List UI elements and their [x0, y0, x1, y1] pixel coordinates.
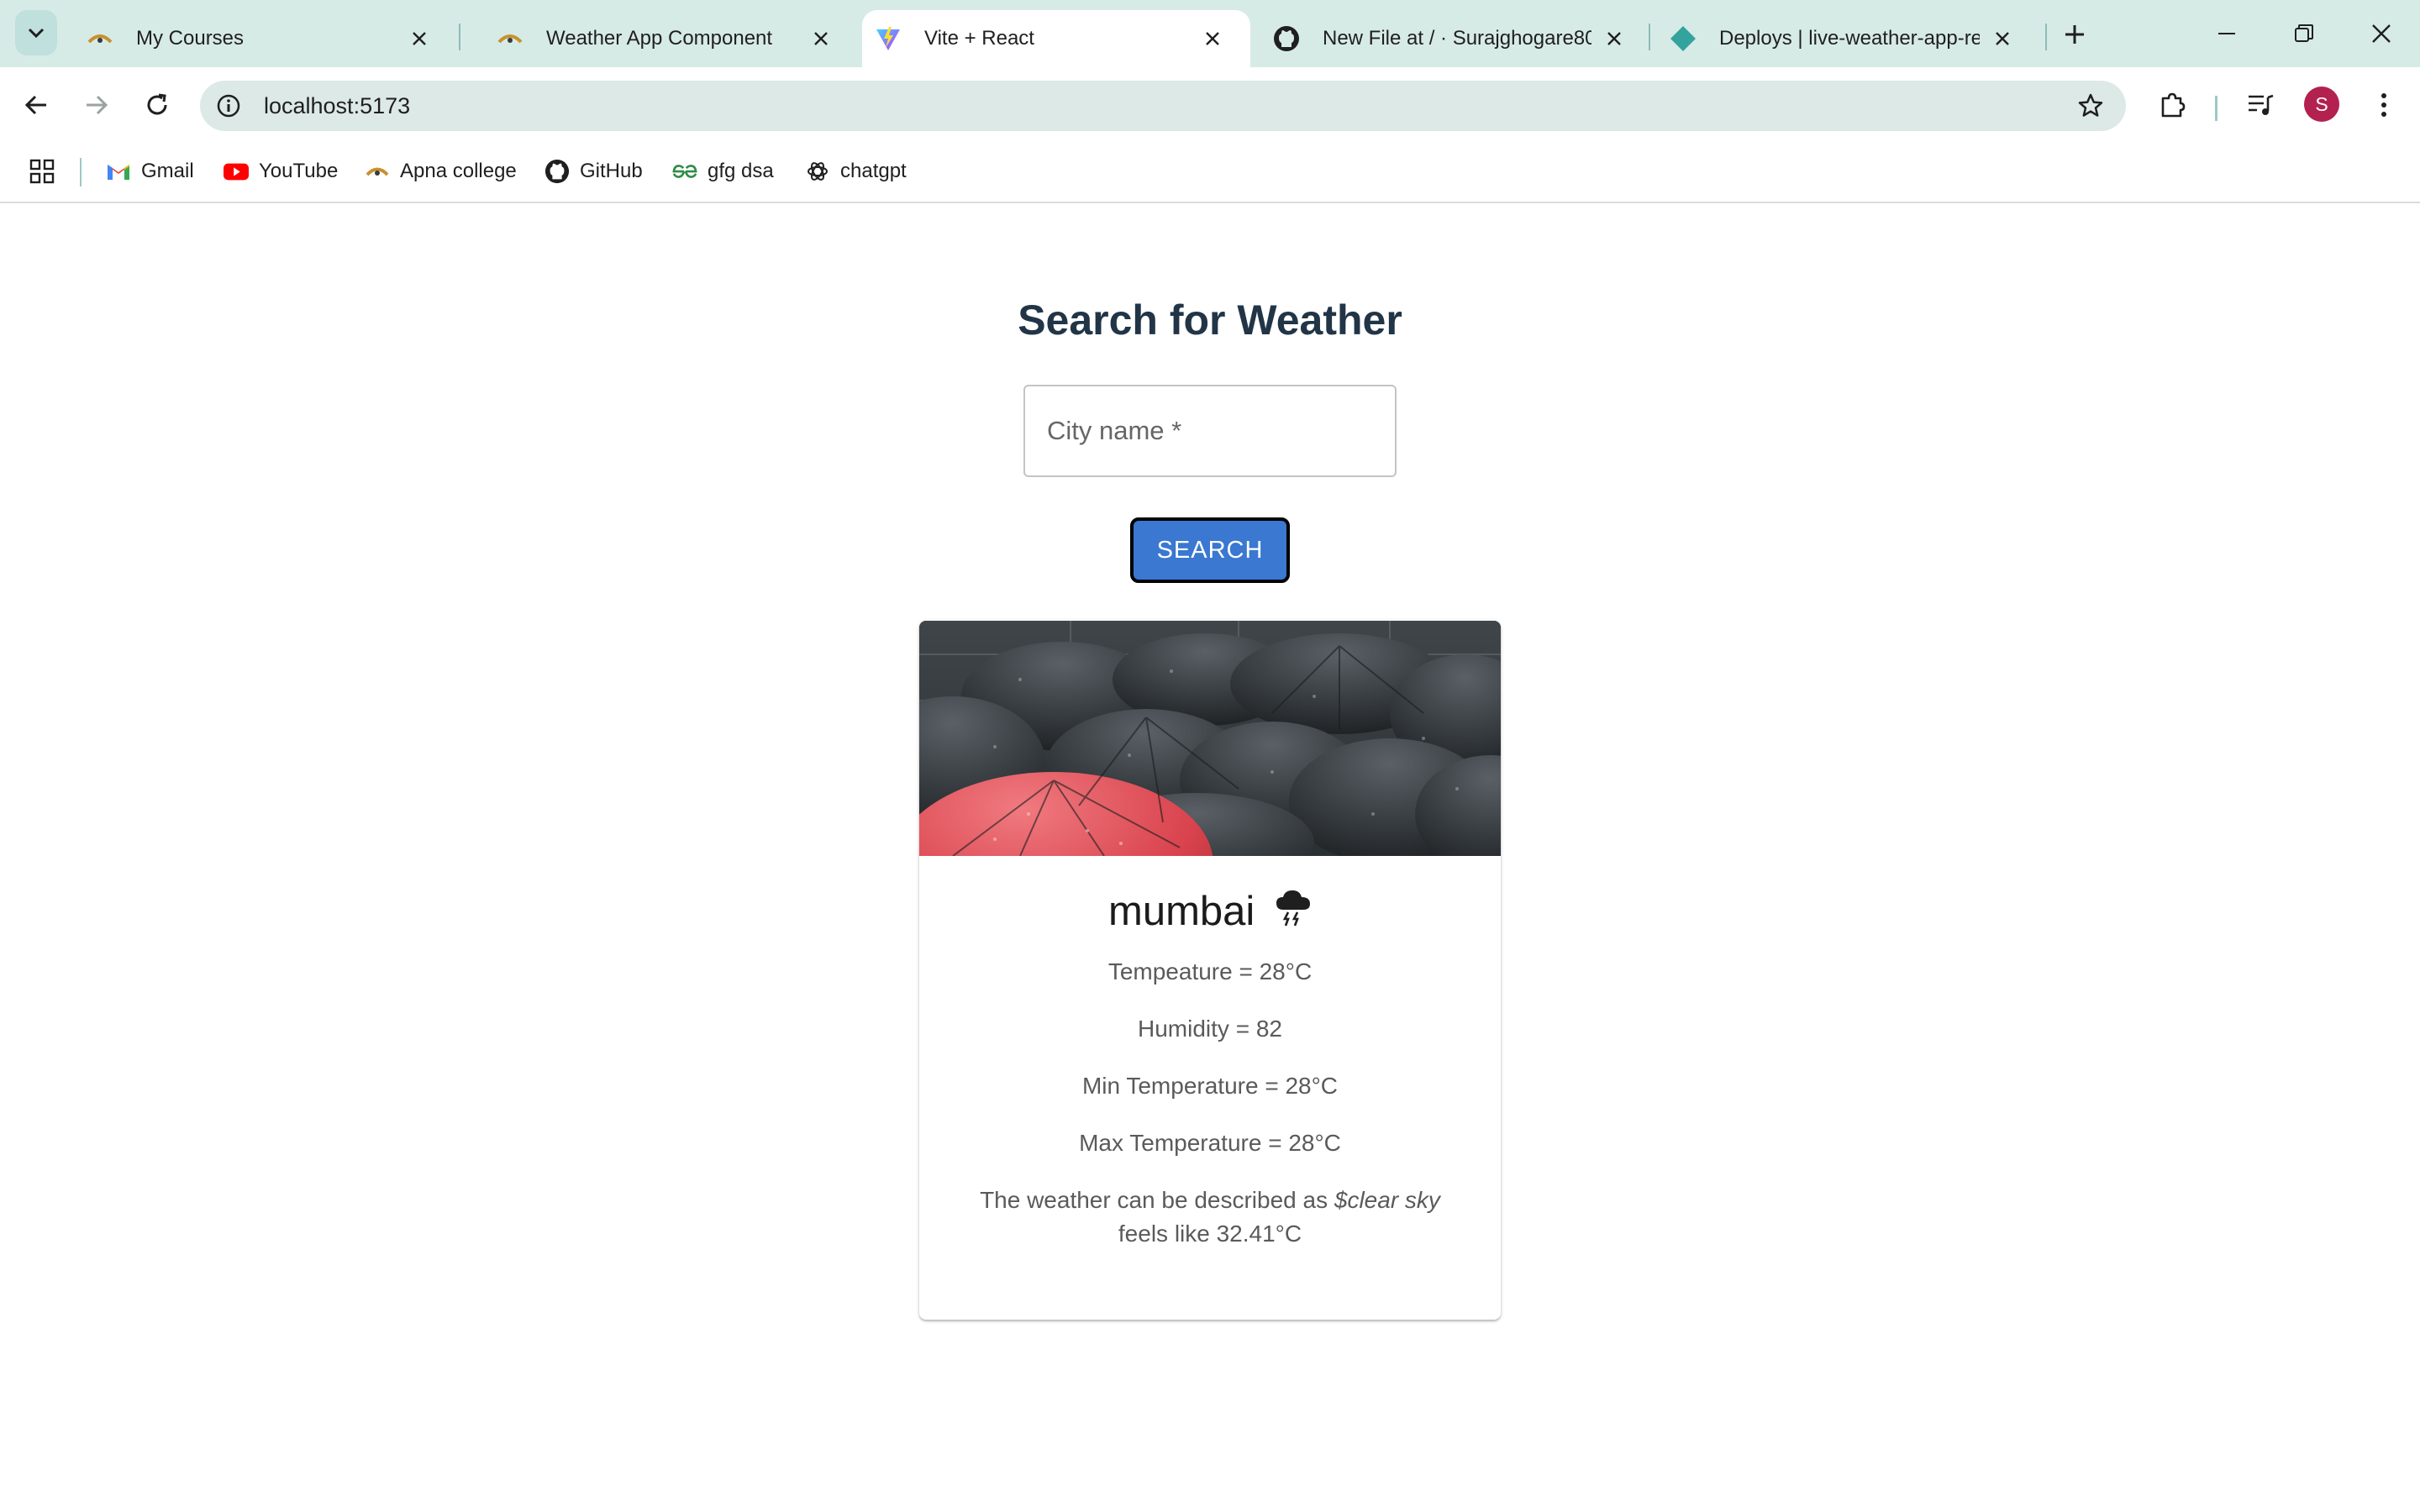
puzzle-icon — [2161, 92, 2186, 118]
profile-avatar[interactable]: S — [2304, 87, 2339, 122]
github-icon — [544, 159, 570, 184]
close-icon[interactable] — [405, 24, 434, 53]
bookmark-gfg-dsa[interactable]: gfg dsa — [672, 155, 774, 188]
close-window-button[interactable] — [2356, 12, 2407, 55]
bookmark-apna-college[interactable]: Apna college — [365, 155, 517, 188]
netlify-favicon — [1669, 24, 1697, 53]
apna-college-favicon — [496, 24, 524, 53]
tab-my-courses[interactable]: My Courses — [52, 10, 457, 67]
tab-title: Vite + React — [924, 27, 1034, 50]
close-icon[interactable] — [1198, 24, 1227, 53]
minimize-button[interactable] — [2202, 12, 2252, 55]
bookmarks-divider — [80, 158, 82, 186]
minimize-icon — [2218, 33, 2235, 34]
bookmark-label: YouTube — [259, 160, 339, 182]
feels-like-text: feels like 32.41°C — [1118, 1221, 1302, 1247]
media-queue-icon — [2249, 94, 2274, 115]
max-temp-line: Max Temperature = 28°C — [1079, 1130, 1341, 1156]
bookmark-label: gfg dsa — [708, 160, 774, 182]
tab-vite-react[interactable]: Vite + React — [862, 10, 1250, 67]
tab-weather-app-component[interactable]: Weather App Component — [462, 10, 859, 67]
chatgpt-icon — [805, 159, 830, 184]
browser-toolbar: localhost:5173 — [0, 67, 2420, 143]
bookmark-star-icon[interactable] — [2075, 91, 2106, 121]
back-button[interactable] — [17, 86, 55, 124]
tab-github-new-file[interactable]: New File at / · Surajghogare80/ — [1255, 10, 1652, 67]
bookmark-chatgpt[interactable]: chatgpt — [805, 155, 907, 188]
tab-title: New File at / · Surajghogare80/ — [1323, 27, 1591, 50]
city-name: mumbai — [1108, 889, 1255, 934]
address-bar[interactable]: localhost:5173 — [200, 81, 2126, 131]
github-favicon — [1272, 24, 1301, 53]
close-icon — [2372, 24, 2391, 43]
toolbar-divider — [2215, 96, 2217, 121]
apna-college-icon — [365, 159, 390, 184]
menu-button[interactable] — [2365, 86, 2403, 124]
restore-button[interactable] — [2279, 12, 2329, 55]
close-icon[interactable] — [807, 24, 835, 53]
arrow-left-icon — [24, 95, 46, 115]
url-text: localhost:5173 — [264, 93, 411, 118]
bookmark-youtube[interactable]: YouTube — [224, 155, 338, 188]
vite-favicon — [874, 24, 902, 53]
arrow-right-icon — [87, 95, 108, 115]
plus-icon — [2065, 25, 2084, 44]
bookmark-github[interactable]: GitHub — [544, 155, 643, 188]
apps-grid-icon[interactable] — [27, 156, 57, 186]
page-title: Search for Weather — [1018, 297, 1402, 344]
bookmark-gmail[interactable]: Gmail — [106, 155, 194, 188]
bookmarks-bar: Gmail YouTube Apna college GitHub gfg ds… — [0, 143, 2420, 203]
tab-divider — [1649, 24, 1650, 50]
tab-divider — [2045, 24, 2047, 50]
forward-button[interactable] — [77, 86, 116, 124]
tab-title: My Courses — [136, 27, 245, 50]
weather-description: The weather can be described as $clear s… — [953, 1184, 1467, 1251]
site-info-icon[interactable] — [213, 91, 244, 121]
new-tab-button[interactable] — [2055, 15, 2094, 54]
tab-divider — [459, 24, 460, 50]
app-page: Search for Weather SEARCH — [0, 203, 2420, 1512]
tab-title: Weather App Component — [546, 27, 773, 50]
close-icon[interactable] — [1600, 24, 1628, 53]
tab-netlify-deploys[interactable]: Deploys | live-weather-app-rea — [1652, 10, 2040, 67]
humidity-line: Humidity = 82 — [1138, 1016, 1282, 1042]
bookmark-label: Gmail — [141, 160, 194, 182]
tab-title: Deploys | live-weather-app-rea — [1719, 27, 1980, 50]
search-button[interactable]: SEARCH — [1130, 517, 1290, 583]
gfg-icon — [672, 159, 697, 184]
tab-search-dropdown-button[interactable] — [15, 10, 57, 55]
extensions-button[interactable] — [2153, 86, 2191, 124]
bookmark-label: chatgpt — [840, 160, 907, 182]
city-title: mumbai — [919, 888, 1501, 937]
chevron-down-icon — [28, 28, 45, 39]
bookmark-label: GitHub — [580, 160, 643, 182]
city-name-input[interactable] — [1025, 386, 1395, 475]
city-name-field[interactable] — [1023, 385, 1397, 477]
close-icon[interactable] — [1988, 24, 2017, 53]
bookmark-label: Apna college — [400, 160, 517, 182]
temperature-line: Tempeature = 28°C — [1107, 958, 1313, 984]
tab-strip: My Courses Weather App Component Vite + … — [0, 0, 2420, 67]
reload-icon — [147, 93, 167, 115]
weather-card: mumbai Tempeature = 28°C Humidity = 82 M… — [919, 621, 1501, 1320]
restore-icon — [2295, 24, 2313, 42]
gmail-icon — [106, 159, 131, 184]
rain-umbrellas-image — [919, 621, 1501, 856]
youtube-icon — [224, 159, 249, 184]
description-value: $clear sky — [1334, 1187, 1440, 1213]
thunderstorm-icon — [1275, 888, 1312, 937]
apna-college-favicon — [86, 24, 114, 53]
more-vertical-icon — [2381, 93, 2386, 117]
media-control-button[interactable] — [2242, 86, 2281, 124]
reload-button[interactable] — [138, 86, 176, 124]
description-prefix: The weather can be described as — [980, 1187, 1334, 1213]
min-temp-line: Min Temperature = 28°C — [1081, 1073, 1339, 1099]
